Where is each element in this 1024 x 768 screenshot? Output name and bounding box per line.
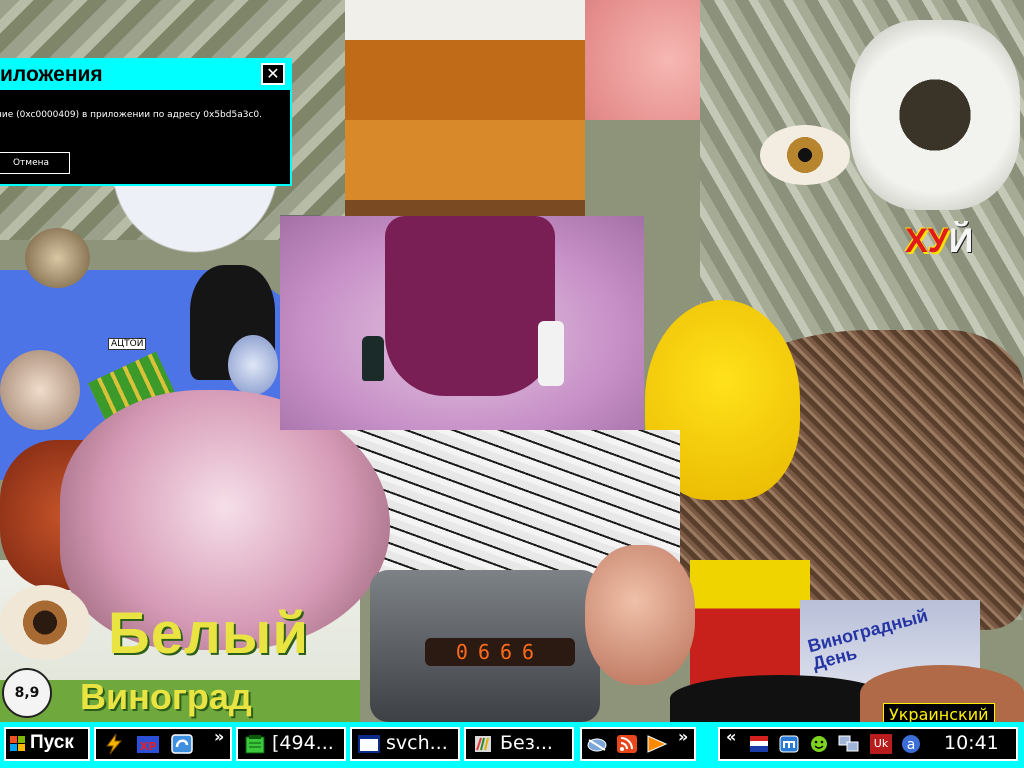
window-icon (358, 735, 380, 753)
dialog-close-button[interactable]: ✕ (261, 63, 285, 85)
computers-icon[interactable] (838, 734, 860, 754)
lightning-icon[interactable] (102, 733, 126, 755)
wallpaper-eye-right (760, 125, 850, 185)
start-button[interactable]: Пуск (4, 727, 90, 761)
dialog-title: иложения (0, 60, 290, 90)
photo-bottle (362, 336, 384, 381)
network-icon[interactable] (778, 734, 800, 754)
svg-text:a: a (907, 737, 916, 753)
task-button-paint[interactable]: Без... (464, 727, 574, 761)
tray-collapse-chevron[interactable]: « (726, 727, 736, 746)
paint-icon (475, 736, 491, 752)
photo-brush (538, 321, 564, 386)
satellite-icon[interactable] (586, 734, 608, 754)
wallpaper-dark-shape (670, 675, 890, 722)
clock[interactable]: 10:41 (944, 732, 999, 754)
sticker-vinograd: Виноград (80, 676, 252, 717)
nixie-display: 0666 (425, 638, 575, 666)
cancel-button[interactable]: Отмена (0, 152, 70, 174)
notepad-icon (245, 735, 265, 754)
sticker-belyi: Белый (108, 601, 309, 666)
close-icon: ✕ (266, 64, 280, 83)
tray-extra: » (580, 727, 696, 761)
wallpaper-zombie (25, 228, 90, 288)
browser-icon[interactable] (170, 733, 194, 755)
sticker-red-word: ХУЙ (905, 222, 973, 261)
wallpaper-center-photo (280, 216, 644, 430)
at-sign-icon[interactable]: a (900, 734, 922, 754)
task-button-notepad[interactable]: [494... (236, 727, 346, 761)
sticker-89: 8,9 (2, 668, 52, 718)
photo-person (385, 216, 555, 396)
system-tray: « Uk a 10:41 (718, 727, 1018, 761)
xp-icon[interactable]: XP (136, 733, 160, 755)
wallpaper-eye-left (0, 585, 90, 660)
quicklaunch-chevron[interactable]: » (214, 727, 224, 746)
task-label: Без... (500, 732, 553, 754)
flag-icon[interactable] (748, 734, 770, 754)
sticker-aktoy: АЦТОЙ (108, 338, 147, 350)
rss-icon[interactable] (616, 734, 638, 754)
task-button-svchost[interactable]: svch... (350, 727, 460, 761)
wallpaper-madonna (228, 335, 278, 395)
svg-text:XP: XP (140, 740, 157, 753)
tray-expand-chevron[interactable]: » (678, 727, 688, 746)
media-player-icon[interactable] (646, 734, 668, 754)
task-label: svch... (386, 732, 448, 754)
quick-launch: XP » (94, 727, 232, 761)
windows-logo-icon (10, 736, 26, 752)
sticker-white-letter: Й (948, 222, 974, 260)
dialog-message: ние (0xc0000409) в приложении по адресу … (0, 110, 262, 120)
start-label: Пуск (30, 732, 74, 753)
language-indicator[interactable]: Uk (870, 734, 892, 754)
smiley-icon[interactable] (808, 734, 830, 754)
wallpaper-toilet (850, 20, 1020, 210)
sticker-red-letters: ХУ (905, 222, 949, 260)
wallpaper-bald-face (0, 350, 80, 430)
taskbar: Пуск XP » [494... svch... Без... » « Uk … (0, 722, 1024, 768)
wallpaper-face (585, 545, 695, 685)
error-dialog: иложения ✕ ние (0xc0000409) в приложении… (0, 58, 292, 186)
wallpaper-beer-mug (345, 0, 585, 220)
task-label: [494... (272, 732, 334, 754)
